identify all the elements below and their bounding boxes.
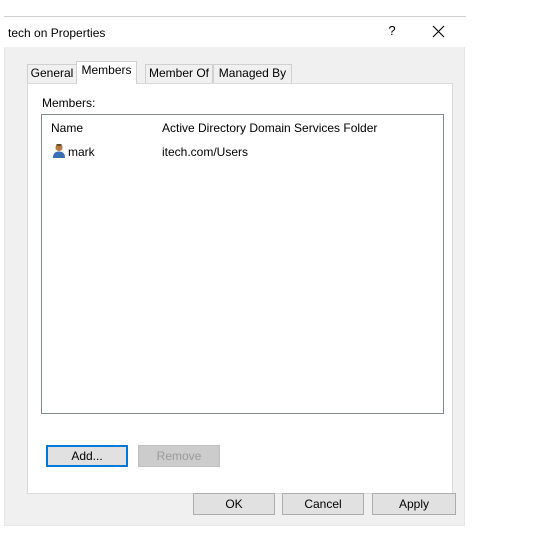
title-bar: tech on Properties ? <box>4 16 466 47</box>
column-header-folder[interactable]: Active Directory Domain Services Folder <box>162 121 377 135</box>
window-title: tech on Properties <box>8 26 106 40</box>
members-list[interactable]: Name Active Directory Domain Services Fo… <box>41 114 444 414</box>
member-name: mark <box>68 145 95 159</box>
list-item[interactable]: mark itech.com/Users <box>42 143 443 161</box>
close-button[interactable] <box>429 20 449 42</box>
members-label: Members: <box>42 96 96 110</box>
add-button[interactable]: Add... <box>46 445 128 467</box>
user-icon <box>53 143 65 158</box>
apply-button[interactable]: Apply <box>372 493 456 515</box>
ok-button[interactable]: OK <box>193 493 275 515</box>
help-button[interactable]: ? <box>384 23 400 41</box>
tab-members[interactable]: Members <box>76 61 137 84</box>
column-header-name[interactable]: Name <box>51 121 83 135</box>
remove-button[interactable]: Remove <box>138 445 220 467</box>
tab-member-of[interactable]: Member Of <box>145 64 213 83</box>
tab-managed-by[interactable]: Managed By <box>213 64 292 83</box>
tab-general[interactable]: General <box>27 64 77 83</box>
properties-dialog: tech on Properties ? General Members Mem… <box>4 16 466 526</box>
member-folder: itech.com/Users <box>162 145 249 159</box>
cancel-button[interactable]: Cancel <box>282 493 364 515</box>
close-icon <box>432 25 445 38</box>
members-tab-panel: Members: Name Active Directory Domain Se… <box>27 83 453 494</box>
